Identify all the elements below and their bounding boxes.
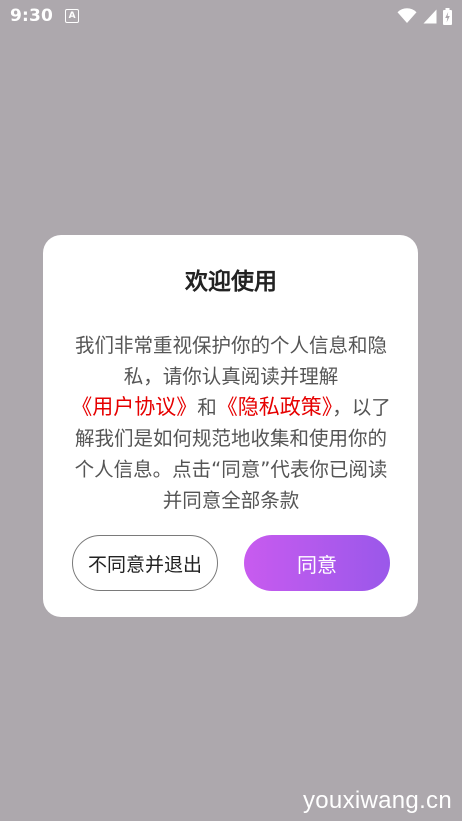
privacy-policy-link[interactable]: 《隐私政策》 [217,395,333,419]
status-time: 9:30 [10,6,54,26]
cell-signal-icon [423,9,437,24]
status-left: 9:30 A [10,6,80,26]
status-right [397,7,452,25]
a-letter-icon: A [65,9,80,23]
user-agreement-link[interactable]: 《用户协议》 [71,395,197,419]
wifi-icon [397,8,417,24]
watermark-text: youxiwang.cn [302,787,452,814]
status-bar: 9:30 A [0,0,462,32]
agree-button[interactable]: 同意 [244,535,390,591]
decline-exit-button[interactable]: 不同意并退出 [72,535,218,591]
body-text-part1: 我们非常重视保护你的个人信息和隐私，请你认真阅读并理解 [74,334,387,388]
body-text-part2: 和 [197,396,217,419]
dialog-title: 欢迎使用 [185,269,277,295]
dialog-body-text: 我们非常重视保护你的个人信息和隐私，请你认真阅读并理解《用户协议》和《隐私政策》… [66,330,396,516]
battery-charging-icon [443,7,452,25]
